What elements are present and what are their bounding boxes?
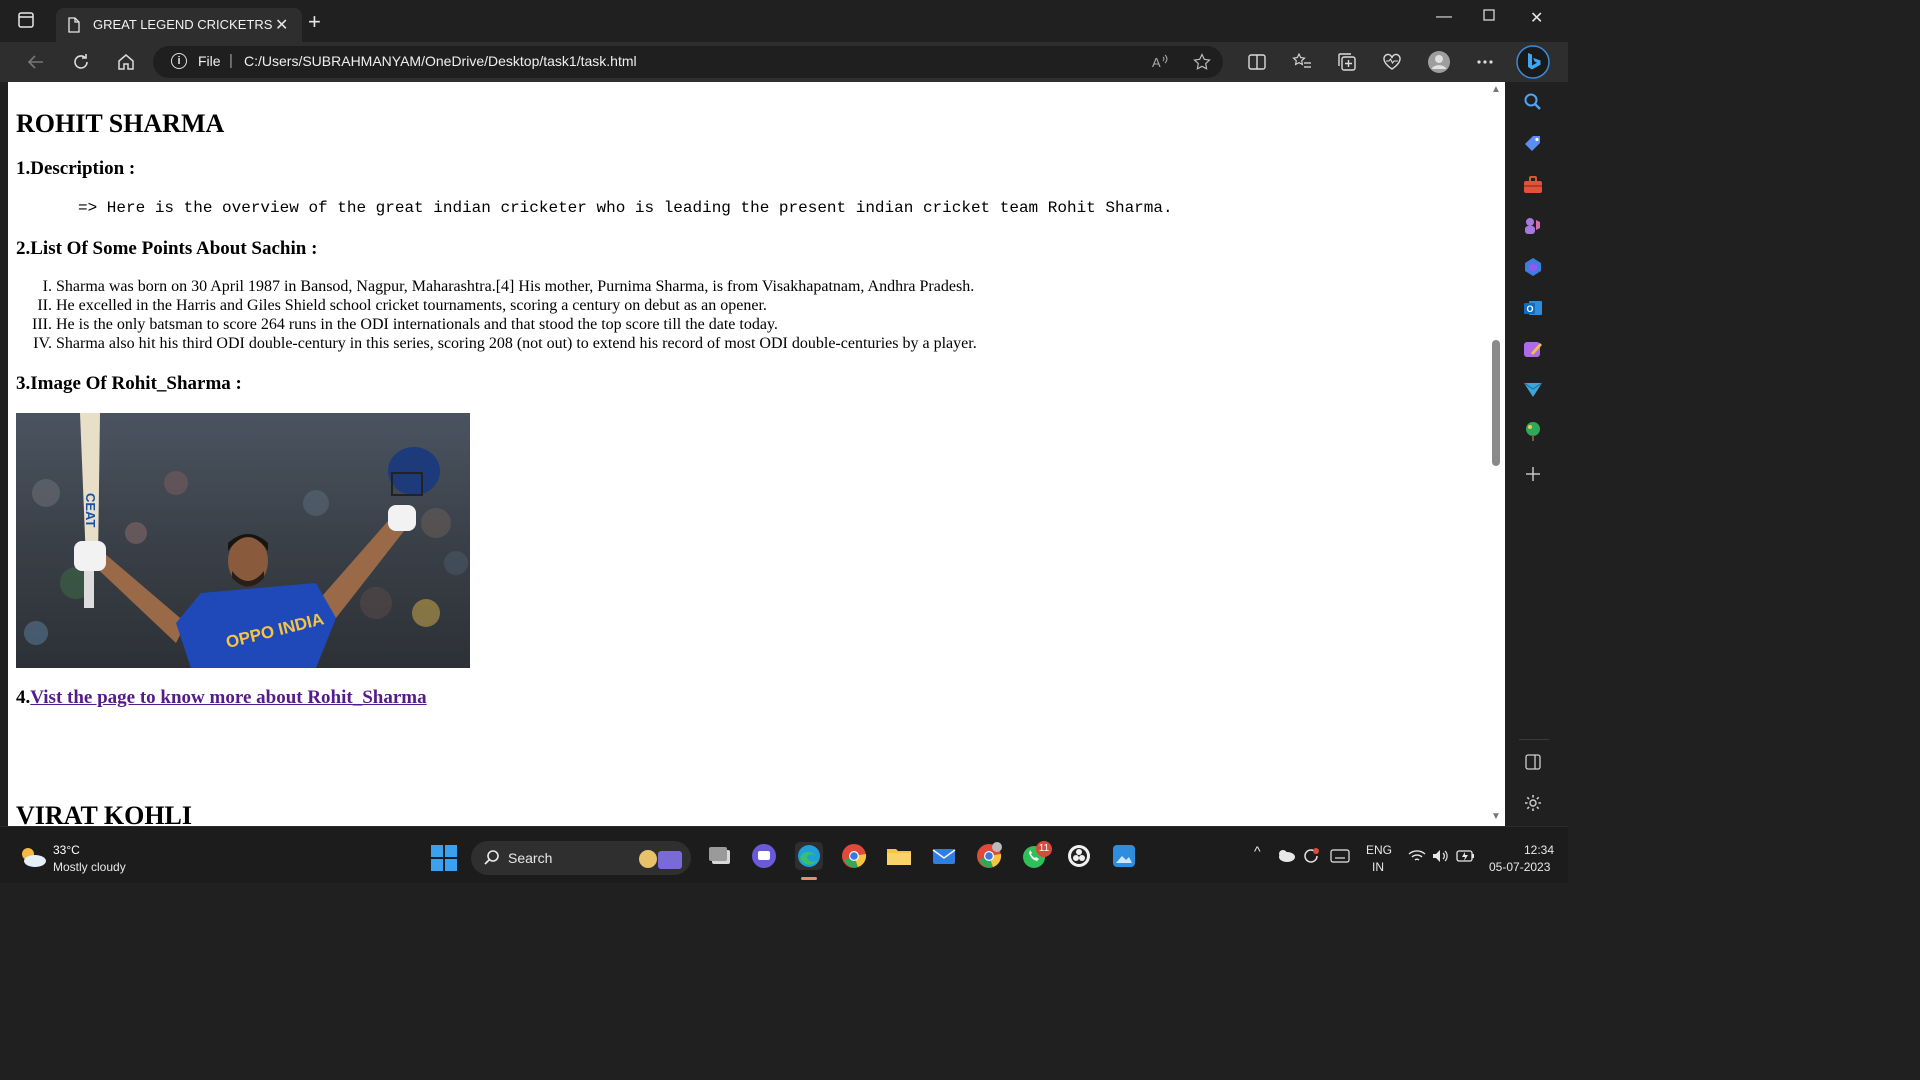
back-icon[interactable] bbox=[24, 50, 48, 74]
collections-icon[interactable] bbox=[1335, 50, 1359, 74]
address-bar[interactable]: i File | C:/Users/SUBRAHMANYAM/OneDrive/… bbox=[153, 46, 1223, 78]
title-bar: GREAT LEGEND CRICKETRS ✕ + — ✕ bbox=[0, 0, 1568, 42]
scrollbar-thumb[interactable] bbox=[1492, 340, 1500, 466]
refresh-icon[interactable] bbox=[69, 50, 93, 74]
search-label: Search bbox=[508, 850, 553, 866]
send-icon[interactable] bbox=[1521, 378, 1545, 402]
rohit-sharma-photo: CEAT OPPO INDIA bbox=[16, 413, 470, 668]
new-tab-icon[interactable]: + bbox=[308, 11, 321, 33]
weather-status: Mostly cloudy bbox=[53, 860, 126, 874]
add-icon[interactable] bbox=[1521, 462, 1545, 486]
photos-editor-icon[interactable] bbox=[1110, 842, 1138, 870]
tab-actions-icon[interactable] bbox=[17, 11, 45, 39]
language-region[interactable]: IN bbox=[1372, 860, 1384, 874]
split-screen-icon[interactable] bbox=[1245, 50, 1269, 74]
games-icon[interactable] bbox=[1521, 214, 1545, 238]
description-text: => Here is the overview of the great ind… bbox=[78, 199, 1173, 217]
description-heading: 1.Description : bbox=[16, 158, 136, 179]
points-heading: 2.List Of Some Points About Sachin : bbox=[16, 238, 318, 259]
clock-time[interactable]: 12:34 bbox=[1524, 843, 1554, 857]
search-icon[interactable] bbox=[1521, 90, 1545, 114]
info-icon[interactable]: i bbox=[171, 53, 187, 69]
list-item: He is the only batsman to score 264 runs… bbox=[56, 315, 977, 334]
mail-icon[interactable] bbox=[930, 842, 958, 870]
file-explorer-icon[interactable] bbox=[885, 842, 913, 870]
tree-icon[interactable] bbox=[1521, 419, 1545, 443]
scroll-down-icon[interactable]: ▼ bbox=[1491, 811, 1501, 822]
sidebar-divider bbox=[1519, 739, 1549, 740]
wifi-icon[interactable] bbox=[1408, 849, 1426, 868]
clock-date[interactable]: 05-07-2023 bbox=[1489, 860, 1550, 874]
address-scheme: File bbox=[198, 53, 221, 69]
outlook-icon[interactable]: O bbox=[1521, 296, 1545, 320]
list-item: He excelled in the Harris and Giles Shie… bbox=[56, 296, 977, 315]
list-item: Sharma also hit his third ODI double-cen… bbox=[56, 334, 977, 353]
shopping-tag-icon[interactable] bbox=[1521, 132, 1545, 156]
toolbar: i File | C:/Users/SUBRAHMANYAM/OneDrive/… bbox=[0, 42, 1568, 82]
microsoft-365-icon[interactable] bbox=[1521, 255, 1545, 279]
edge-browser-icon[interactable] bbox=[795, 842, 823, 870]
address-url[interactable]: C:/Users/SUBRAHMANYAM/OneDrive/Desktop/t… bbox=[244, 53, 637, 69]
svg-text:O: O bbox=[1527, 304, 1534, 314]
task-view-icon[interactable] bbox=[706, 842, 734, 870]
designer-icon[interactable] bbox=[1521, 337, 1545, 361]
weather-cloud-icon[interactable] bbox=[18, 845, 48, 874]
search-glass-icon bbox=[483, 849, 501, 872]
obs-recorder-icon[interactable] bbox=[1065, 842, 1093, 870]
bing-copilot-icon[interactable] bbox=[1516, 45, 1550, 79]
image-heading: 3.Image Of Rohit_Sharma : bbox=[16, 373, 242, 394]
svg-text:A: A bbox=[1152, 55, 1161, 70]
more-options-icon[interactable] bbox=[1473, 50, 1497, 74]
list-item: Sharma was born on 30 April 1987 in Bans… bbox=[56, 277, 977, 296]
language-primary[interactable]: ENG bbox=[1366, 843, 1392, 857]
tools-icon[interactable] bbox=[1521, 173, 1545, 197]
active-app-indicator bbox=[801, 877, 817, 880]
close-window-icon[interactable]: ✕ bbox=[1530, 8, 1543, 28]
teams-chat-icon[interactable] bbox=[750, 842, 778, 870]
scroll-up-icon[interactable]: ▲ bbox=[1491, 84, 1501, 95]
settings-gear-icon[interactable] bbox=[1521, 791, 1545, 815]
browser-essentials-icon[interactable] bbox=[1380, 50, 1404, 74]
onedrive-cloud-icon[interactable] bbox=[1276, 847, 1296, 868]
favorite-star-icon[interactable] bbox=[1190, 50, 1214, 74]
address-separator: | bbox=[229, 52, 233, 69]
page-heading: ROHIT SHARMA bbox=[16, 109, 225, 138]
close-tab-icon[interactable]: ✕ bbox=[275, 15, 288, 35]
page-icon bbox=[67, 17, 81, 38]
keyboard-icon[interactable] bbox=[1330, 849, 1350, 868]
more-info-line: 4.Vist the page to know more about Rohit… bbox=[16, 687, 427, 709]
temperature: 33°C bbox=[53, 843, 80, 857]
favorites-icon[interactable] bbox=[1290, 50, 1314, 74]
sidebar-panel-icon[interactable] bbox=[1521, 750, 1545, 774]
link-prefix: 4. bbox=[16, 687, 31, 708]
points-list: Sharma was born on 30 April 1987 in Bans… bbox=[8, 277, 977, 353]
more-info-link[interactable]: Vist the page to know more about Rohit_S… bbox=[30, 687, 426, 708]
home-icon[interactable] bbox=[114, 50, 138, 74]
page-content: ROHIT SHARMA 1.Description : => Here is … bbox=[8, 82, 1489, 826]
vertical-scrollbar[interactable]: ▲ ▼ bbox=[1489, 82, 1505, 826]
sync-icon[interactable] bbox=[1302, 847, 1320, 870]
search-highlight-icon bbox=[636, 845, 686, 876]
minimize-icon[interactable]: — bbox=[1436, 8, 1452, 26]
taskbar: 33°C Mostly cloudy Search 11 ^ ENG IN 12… bbox=[0, 826, 1568, 883]
windows-start-icon[interactable] bbox=[431, 845, 457, 876]
tab-title: GREAT LEGEND CRICKETRS bbox=[93, 17, 273, 32]
browser-tab[interactable]: GREAT LEGEND CRICKETRS ✕ bbox=[56, 8, 302, 42]
next-player-heading: VIRAT KOHLI bbox=[16, 801, 193, 826]
taskbar-search[interactable]: Search bbox=[471, 841, 691, 875]
chrome-profile-icon[interactable] bbox=[975, 842, 1003, 870]
tray-overflow-icon[interactable]: ^ bbox=[1254, 843, 1261, 859]
notification-badge: 11 bbox=[1036, 841, 1052, 857]
volume-icon[interactable] bbox=[1432, 849, 1450, 868]
read-aloud-icon[interactable]: A bbox=[1148, 50, 1172, 74]
maximize-icon[interactable] bbox=[1483, 8, 1495, 26]
chrome-icon[interactable] bbox=[840, 842, 868, 870]
edge-sidebar: O bbox=[1505, 82, 1568, 826]
battery-icon[interactable] bbox=[1456, 849, 1476, 868]
bat-brand-text: CEAT bbox=[83, 493, 98, 527]
profile-avatar-icon[interactable] bbox=[1427, 50, 1451, 74]
